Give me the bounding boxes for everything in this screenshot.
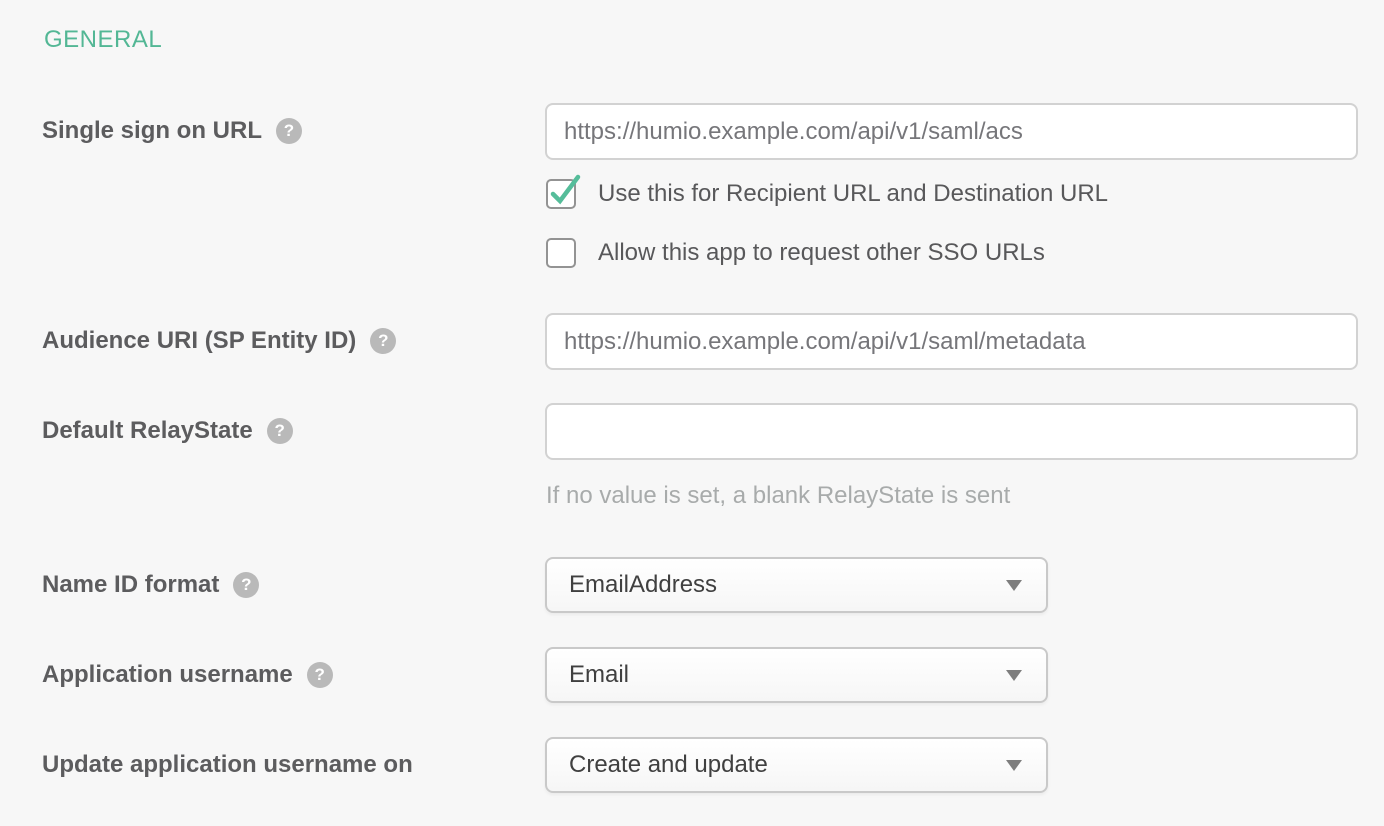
help-icon[interactable]: ? [233, 572, 259, 598]
help-icon[interactable]: ? [276, 118, 302, 144]
name-id-format-label-row: Name ID format ? [42, 571, 259, 599]
help-icon[interactable]: ? [267, 418, 293, 444]
help-icon[interactable]: ? [307, 662, 333, 688]
default-relaystate-label: Default RelayState [42, 417, 253, 445]
name-id-format-selected-value: EmailAddress [569, 571, 717, 599]
name-id-format-label: Name ID format [42, 571, 219, 599]
other-sso-urls-checkbox-label: Allow this app to request other SSO URLs [598, 239, 1045, 267]
saml-general-settings-section: GENERAL Single sign on URL ? Use this fo… [0, 0, 1384, 826]
sso-url-label: Single sign on URL [42, 117, 262, 145]
sso-url-label-row: Single sign on URL ? [42, 117, 302, 145]
sso-url-input[interactable] [545, 103, 1358, 160]
update-application-username-select[interactable]: Create and update [545, 737, 1048, 793]
chevron-down-icon [1006, 580, 1022, 591]
application-username-selected-value: Email [569, 661, 629, 689]
update-application-username-selected-value: Create and update [569, 751, 768, 779]
recipient-url-checkbox-row[interactable]: Use this for Recipient URL and Destinati… [546, 179, 1108, 209]
audience-uri-label: Audience URI (SP Entity ID) [42, 327, 356, 355]
default-relaystate-label-row: Default RelayState ? [42, 417, 293, 445]
other-sso-urls-checkbox-row[interactable]: Allow this app to request other SSO URLs [546, 238, 1045, 268]
update-application-username-label-row: Update application username on [42, 751, 413, 779]
application-username-label-row: Application username ? [42, 661, 333, 689]
chevron-down-icon [1006, 760, 1022, 771]
other-sso-urls-checkbox[interactable] [546, 238, 576, 268]
name-id-format-select[interactable]: EmailAddress [545, 557, 1048, 613]
update-application-username-label: Update application username on [42, 751, 413, 779]
audience-uri-input[interactable] [545, 313, 1358, 370]
checkmark-icon [546, 173, 584, 211]
chevron-down-icon [1006, 670, 1022, 681]
default-relaystate-input[interactable] [545, 403, 1358, 460]
help-icon[interactable]: ? [370, 328, 396, 354]
application-username-select[interactable]: Email [545, 647, 1048, 703]
section-title: GENERAL [44, 26, 162, 54]
recipient-url-checkbox-label: Use this for Recipient URL and Destinati… [598, 180, 1108, 208]
recipient-url-checkbox[interactable] [546, 179, 576, 209]
audience-uri-label-row: Audience URI (SP Entity ID) ? [42, 327, 396, 355]
relaystate-helper-text: If no value is set, a blank RelayState i… [546, 482, 1010, 510]
application-username-label: Application username [42, 661, 293, 689]
